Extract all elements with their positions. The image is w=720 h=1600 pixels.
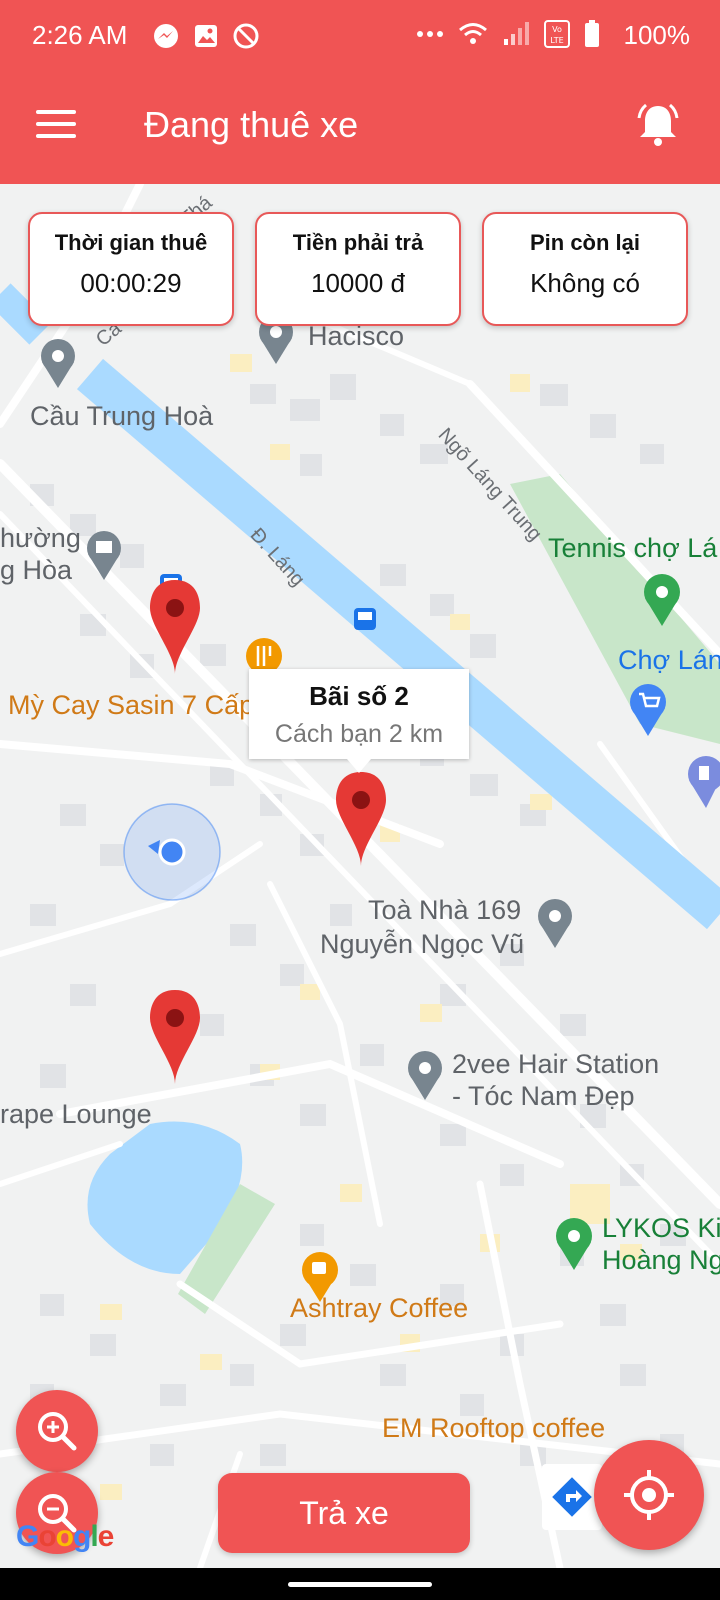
callout-distance: Cách bạn 2 km — [274, 720, 444, 748]
my-location-button[interactable] — [594, 1440, 704, 1550]
zoom-in-icon — [38, 1412, 77, 1451]
status-icons-right: Vo LTE — [416, 20, 600, 48]
messenger-icon — [154, 24, 178, 48]
poi-label: Cầu Trung Hoà — [30, 401, 214, 431]
google-logo: Google — [16, 1520, 114, 1553]
card-value: 00:00:29 — [80, 268, 182, 298]
bus-stop-icon — [354, 608, 376, 630]
card-title: Thời gian thuê — [54, 230, 208, 255]
return-bike-button[interactable]: Trả xe — [218, 1473, 470, 1553]
poi-label: rape Lounge — [0, 1099, 152, 1129]
status-icons-left — [152, 22, 260, 50]
battery-percent: 100% — [623, 20, 691, 50]
wifi-icon — [459, 23, 487, 44]
poi-label: - Tóc Nam Đẹp — [452, 1081, 635, 1111]
poi-label: 2vee Hair Station — [452, 1049, 660, 1079]
map-canvas — [0, 184, 720, 1568]
battery-remaining-card: Pin còn lại Không có — [482, 212, 688, 326]
system-nav-bar — [0, 1568, 720, 1600]
station-marker-icon[interactable] — [150, 990, 200, 1084]
battery-icon — [585, 20, 599, 47]
card-title: Tiền phải trả — [292, 230, 424, 255]
status-time: 2:26 AM — [32, 20, 128, 50]
amount-due-card: Tiền phải trả 10000 đ — [255, 212, 461, 326]
status-bar: 2:26 AM Vo LTE 100% — [0, 0, 720, 72]
poi-label: Chợ Lán — [618, 645, 720, 675]
card-value: Không có — [530, 268, 640, 298]
poi-label: Mỳ Cay Sasin 7 Cấp — [8, 690, 255, 720]
my-location-icon — [624, 1470, 674, 1520]
menu-icon[interactable] — [36, 110, 76, 144]
zoom-in-button[interactable] — [16, 1390, 98, 1472]
poi-label: hường — [0, 523, 81, 553]
user-location-icon — [123, 803, 221, 901]
rental-time-card: Thời gian thuê 00:00:29 — [28, 212, 234, 326]
block-icon — [233, 23, 259, 49]
poi-label: Nguyễn Ngọc Vũ — [320, 929, 525, 959]
svg-text:Vo: Vo — [552, 25, 562, 34]
card-value: 10000 đ — [311, 268, 405, 298]
fuel-station-icon — [688, 756, 720, 808]
bell-icon[interactable] — [636, 102, 680, 148]
poi-label: Hoàng Ng — [602, 1245, 720, 1275]
home-gesture-pill[interactable] — [288, 1582, 432, 1587]
poi-label: Toà Nhà 169 — [368, 895, 522, 925]
poi-label: g Hòa — [0, 555, 73, 585]
callout-title: Bãi số 2 — [309, 681, 409, 711]
app-bar: Đang thuê xe — [0, 72, 720, 184]
poi-label: EM Rooftop coffee — [382, 1413, 606, 1443]
directions-button[interactable] — [542, 1464, 602, 1530]
station-callout[interactable]: Bãi số 2 Cách bạn 2 km — [249, 669, 469, 773]
signal-icon — [504, 22, 529, 45]
image-icon — [195, 25, 217, 47]
volte-icon: Vo LTE — [544, 20, 570, 48]
poi-label: Tennis chợ Lá — [548, 533, 718, 563]
card-title: Pin còn lại — [529, 230, 641, 255]
map-view[interactable]: Hacisco Cầu Trung Hoà hường g Hòa Tennis… — [0, 184, 720, 1568]
page-title: Đang thuê xe — [144, 104, 359, 145]
svg-text:LTE: LTE — [550, 36, 563, 45]
poi-label: Ashtray Coffee — [290, 1293, 469, 1323]
more-dots-icon — [417, 31, 443, 37]
poi-label: LYKOS Kid — [602, 1213, 720, 1243]
directions-icon — [552, 1477, 592, 1517]
